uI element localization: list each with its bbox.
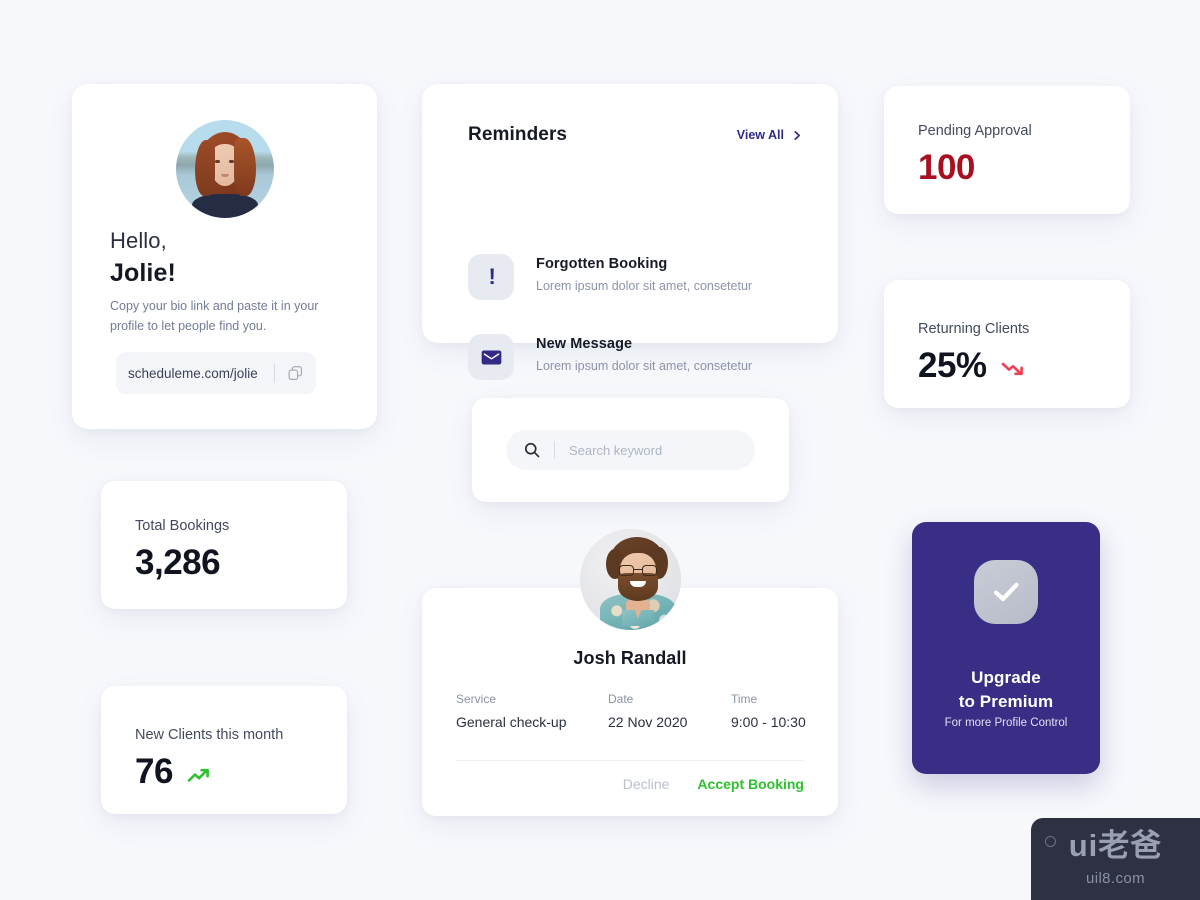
search-box[interactable]: [506, 430, 755, 470]
reminder-title: Forgotten Booking: [536, 256, 668, 272]
exclamation-glyph: !: [488, 264, 496, 289]
premium-title-line1: Upgrade: [971, 668, 1041, 687]
greeting-text: Hello,: [110, 228, 167, 253]
booking-client-name: Josh Randall: [573, 648, 687, 668]
reminder-item[interactable]: New Message Lorem ipsum dolor sit amet, …: [468, 334, 752, 380]
bio-link-pill[interactable]: scheduleme.com/jolie: [116, 352, 316, 394]
new-clients-card: New Clients this month 76: [101, 686, 347, 814]
premium-title: Upgrade to Premium: [912, 666, 1100, 714]
divider: [554, 441, 555, 459]
field-label: Service: [456, 692, 497, 706]
watermark: ui老爸 uil8.com: [1031, 818, 1200, 900]
divider: [456, 760, 804, 761]
field-label: Time: [731, 692, 758, 706]
copy-icon[interactable]: [287, 365, 304, 382]
divider: [274, 363, 275, 383]
watermark-logo: ui老爸: [1068, 828, 1163, 863]
profile-card: Hello, Jolie! Copy your bio link and pas…: [72, 84, 377, 429]
pending-approval-card: Pending Approval 100: [884, 86, 1130, 214]
stat-value: 76: [135, 752, 173, 791]
stat-value-row: 76: [135, 752, 213, 792]
chevron-right-icon: [793, 130, 802, 140]
trend-down-icon: [1001, 353, 1027, 379]
booking-actions: Decline Accept Booking: [623, 776, 804, 792]
returning-clients-card: Returning Clients 25%: [884, 280, 1130, 408]
stat-value: 25%: [918, 346, 987, 385]
stat-label: Total Bookings: [135, 518, 230, 534]
avatar-hair-left: [194, 140, 215, 196]
booking-field-service: Service General check-up: [456, 692, 608, 730]
trend-up-icon: [187, 759, 213, 785]
dashboard-root: Hello, Jolie! Copy your bio link and pas…: [0, 0, 1200, 900]
total-bookings-card: Total Bookings 3,286: [101, 481, 347, 609]
field-value: General check-up: [456, 714, 567, 730]
booking-avatar: [580, 529, 681, 630]
envelope-icon: [468, 334, 514, 380]
avatar-body: [191, 194, 258, 218]
reminder-item[interactable]: ! Forgotten Booking Lorem ipsum dolor si…: [468, 254, 752, 300]
decline-button[interactable]: Decline: [623, 776, 670, 792]
booking-field-time: Time 9:00 - 10:30: [731, 692, 806, 730]
reminder-subtitle: Lorem ipsum dolor sit amet, consetetur: [536, 279, 753, 293]
watermark-url: uil8.com: [1085, 870, 1146, 887]
premium-subtitle: For more Profile Control: [944, 717, 1068, 729]
booking-details: Service General check-up Date 22 Nov 202…: [456, 692, 806, 730]
reminder-title: New Message: [536, 336, 633, 352]
field-label: Date: [608, 692, 634, 706]
stat-label: New Clients this month: [135, 727, 284, 743]
stat-value: 100: [918, 148, 975, 187]
reminders-header: Reminders View All: [468, 124, 802, 146]
accept-booking-button[interactable]: Accept Booking: [697, 776, 804, 792]
bio-description: Copy your bio link and paste it in your …: [110, 299, 319, 333]
reminders-title: Reminders: [468, 124, 568, 145]
stat-label: Pending Approval: [918, 123, 1032, 139]
booking-avatar-beard: [618, 573, 658, 601]
reminder-text-block: New Message Lorem ipsum dolor sit amet, …: [536, 336, 752, 373]
stat-value-row: 100: [918, 148, 975, 188]
stat-value: 3,286: [135, 543, 221, 582]
reminder-text-block: Forgotten Booking Lorem ipsum dolor sit …: [536, 256, 752, 293]
premium-title-line2: to Premium: [958, 691, 1054, 711]
search-input[interactable]: [569, 442, 737, 458]
booking-field-date: Date 22 Nov 2020: [608, 692, 731, 730]
upgrade-premium-card[interactable]: Upgrade to Premium For more Profile Cont…: [912, 522, 1100, 774]
view-all-label: View All: [736, 128, 784, 142]
check-icon: [974, 560, 1038, 624]
stat-label: Returning Clients: [918, 321, 1030, 337]
search-icon: [524, 442, 540, 458]
avatar: [175, 120, 274, 218]
stat-value-row: 25%: [918, 346, 1027, 386]
reminders-card: Reminders View All ! Forgotten Booking L…: [422, 84, 838, 380]
stat-value-row: 3,286: [135, 543, 221, 583]
search-card: [472, 398, 789, 502]
exclamation-icon: !: [468, 254, 514, 300]
avatar-eye-left: [214, 160, 220, 163]
reminder-subtitle: Lorem ipsum dolor sit amet, consetetur: [536, 359, 753, 373]
field-value: 9:00 - 10:30: [731, 714, 806, 730]
glasses-icon: [619, 565, 657, 576]
bio-link-text: scheduleme.com/jolie: [128, 365, 258, 381]
profile-name: Jolie!: [110, 259, 176, 287]
view-all-button[interactable]: View All: [737, 128, 802, 142]
field-value: 22 Nov 2020: [608, 714, 688, 730]
